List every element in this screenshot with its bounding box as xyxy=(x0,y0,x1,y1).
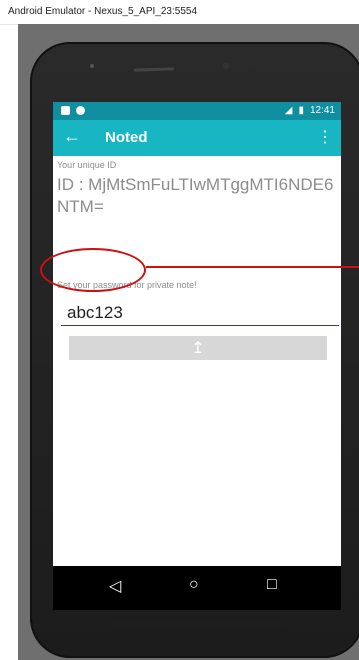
navigation-bar: ◁ ○ □ xyxy=(53,566,341,610)
app-title: Noted xyxy=(105,129,148,146)
phone-frame: ◢ ▮ 12:41 ← Noted ⋮ Your unique ID ID : … xyxy=(30,42,359,658)
bottom-speaker xyxy=(114,620,284,628)
signal-icon: ◢ xyxy=(284,105,293,116)
home-nav-icon[interactable]: ○ xyxy=(189,576,199,594)
battery-icon: ▮ xyxy=(298,105,304,116)
app-bar: ← Noted ⋮ xyxy=(53,120,341,156)
password-input[interactable] xyxy=(61,301,339,326)
window-title: Android Emulator - Nexus_5_API_23:5554 xyxy=(8,6,198,17)
recents-nav-icon[interactable]: □ xyxy=(267,576,277,594)
status-time: 12:41 xyxy=(309,105,335,116)
annotation-pointer-line xyxy=(146,266,359,268)
main-content: Your unique ID ID : MjMtSmFuLTIwMTggMTI6… xyxy=(53,156,341,586)
back-arrow-icon[interactable]: ← xyxy=(63,126,81,147)
upload-button[interactable]: ↥ xyxy=(69,336,327,360)
notification-icon xyxy=(76,106,85,115)
earpiece-speaker xyxy=(133,67,175,72)
front-camera xyxy=(220,60,232,72)
sensor-dot xyxy=(90,64,94,68)
phone-screen: ◢ ▮ 12:41 ← Noted ⋮ Your unique ID ID : … xyxy=(53,102,341,610)
notification-icon xyxy=(61,106,70,115)
overflow-menu-icon[interactable]: ⋮ xyxy=(317,127,333,147)
unique-id-label: Your unique ID xyxy=(57,160,117,170)
upload-icon: ↥ xyxy=(191,340,205,357)
notification-icons xyxy=(61,106,85,115)
back-nav-icon[interactable]: ◁ xyxy=(109,576,121,596)
unique-id-value: ID : MjMtSmFuLTIwMTggMTI6NDE6NTM= xyxy=(57,175,334,216)
window-titlebar: Android Emulator - Nexus_5_API_23:5554 xyxy=(0,0,359,25)
annotation-ellipse xyxy=(40,248,146,292)
status-bar: ◢ ▮ 12:41 xyxy=(53,102,341,120)
status-right: ◢ ▮ 12:41 xyxy=(285,105,335,116)
window-body: ◢ ▮ 12:41 ← Noted ⋮ Your unique ID ID : … xyxy=(18,24,359,660)
